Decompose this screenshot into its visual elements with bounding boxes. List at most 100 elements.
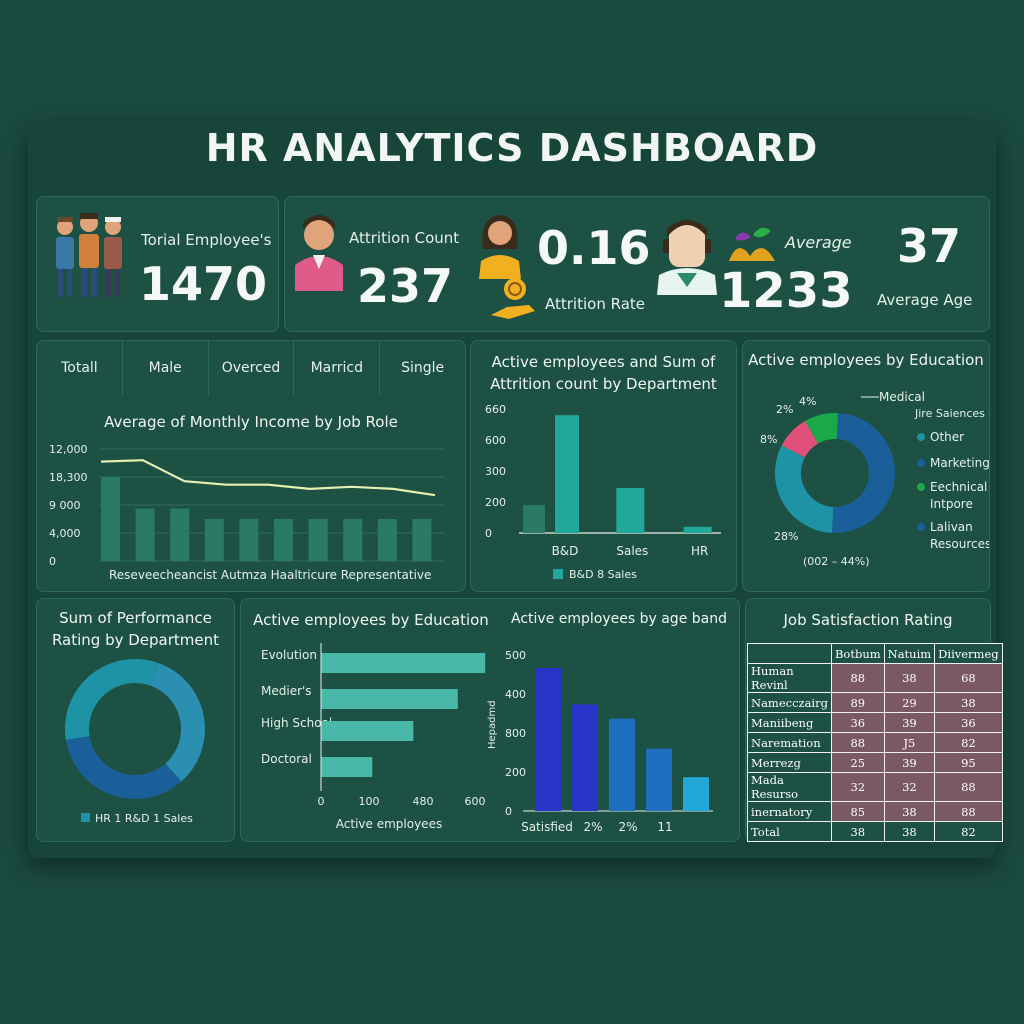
kpi-attrition-rate-value: 0.16 [537,221,651,275]
table-cell: 85 [830,801,885,822]
income-bar [343,519,363,561]
education-donut-title: Active employees by Education [748,351,984,369]
education-bar [321,721,414,741]
income-bar [101,477,121,561]
education-bar [321,689,458,709]
y-tick-label: 600 [485,434,506,447]
table-row: Mada Resurso 32 32 88 [747,772,1003,802]
department-card: Active employees and Sum of Attrition co… [470,340,737,592]
income-bar [135,508,155,561]
y-tick-label: 12,000 [49,443,88,456]
filter-tab-divorced[interactable]: Overced [209,341,295,395]
category-label: Evolution [261,648,317,662]
table-row: Naremation 88 J5 82 [747,732,1003,753]
table-cell: Namecczairg [747,692,832,713]
kpi-attrition-card: Attrition Count 237 0.16 Attrition Rate … [284,196,990,332]
department-bar [555,415,579,533]
legend-text: HR 1 R&D 1 Sales [95,812,193,825]
table-cell: Total [747,821,832,842]
slice-label: (002 – 44%) [803,555,870,568]
filter-tab-married[interactable]: Marricd [294,341,381,395]
table-cell: 32 [883,772,936,802]
income-bar [377,519,397,561]
kpi-average-label: Average [785,233,852,252]
filter-tab-male[interactable]: Male [123,341,209,395]
table-row: Human Revinl 88 38 68 [747,663,1003,693]
y-tick-label: 200 [505,766,526,779]
legend-text: Eechnical [930,480,987,494]
table-cell: Maniibeng [747,712,832,733]
legend-dot [917,483,925,491]
income-bar [170,508,190,561]
x-tick-label: 0 [318,795,325,808]
kpi-total-value: 1470 [139,257,268,311]
table-header-cell: Diivermeg [934,643,1003,664]
x-tick-label: HR [691,544,708,558]
callout-label: Jire Saiences [914,407,985,420]
y-axis-title: Hepadmd [487,700,498,749]
table-row: Namecczairg 89 29 38 [747,692,1003,713]
x-tick-label: Satisfied [521,820,573,834]
education-bar [321,653,486,673]
y-tick-label: 0 [485,527,492,540]
table-cell: 68 [934,663,1003,693]
marital-filter-tabs: Totall Male Overced Marricd Single [37,341,465,395]
income-bar [308,519,328,561]
kpi-total-label: Torial Employee's [141,231,272,249]
kpi-attrition-count-label: Attrition Count [349,229,460,247]
age-bar [609,718,635,811]
table-cell: Naremation [747,732,832,753]
y-tick-label: 0 [49,555,56,568]
table-cell: inernatory [747,801,832,822]
attrition-person-icon [295,215,343,291]
x-tick-label: 600 [465,795,486,808]
department-title-line2: Attrition count by Department [490,375,717,393]
money-hand-icon [491,278,535,319]
table-cell: 39 [883,712,936,733]
income-card: Totall Male Overced Marricd Single Avera… [36,340,466,592]
table-header-cell [747,643,832,664]
table-cell: 88 [830,663,885,693]
kpi-attrition-rate-label: Attrition Rate [545,295,645,313]
slice-label: 4% [799,395,816,408]
legend-text: Resources [930,537,989,551]
legend-text: Marketing [930,456,989,470]
kpi-average-age-label: Average Age [877,291,973,309]
legend-text: Intpore [930,497,973,511]
table-cell: 32 [830,772,885,802]
filter-tab-single[interactable]: Single [380,341,465,395]
legend-dot [917,523,925,531]
x-tick-label: 11 [657,820,672,834]
table-cell: Human Revinl [747,663,832,693]
age-band-chart: 500 400 800 200 0 Hepadmd Satisfied 2% 2% 11 [487,649,713,834]
legend-swatch [81,813,90,822]
y-tick-label: 4,000 [49,527,81,540]
table-cell: 82 [934,732,1003,753]
department-chart: 660 600 300 200 0 B&D Sales HR B&D 8 Sales [485,403,721,581]
x-tick-label: 2% [618,820,637,834]
filter-tab-total[interactable]: Totall [37,341,123,395]
table-cell: 36 [934,712,1003,733]
education-bar-chart: EvolutionMedier'sHigh SchoolDoctoral0 100… [261,643,486,831]
table-cell: 82 [934,821,1003,842]
table-cell: 88 [830,732,885,753]
table-cell: 38 [830,821,885,842]
income-bar [204,519,224,561]
y-tick-label: 400 [505,688,526,701]
legend-text: Lalivan [930,520,973,534]
x-tick-label: B&D [552,544,579,558]
x-tick-label: Sales [616,544,648,558]
legend-dot [917,433,925,441]
table-row: inernatory 85 38 88 [747,801,1003,822]
department-bar [523,505,545,533]
legend-dot [917,459,925,467]
y-tick-label: 0 [505,805,512,818]
table-cell: 38 [883,821,936,842]
table-cell: J5 [883,732,936,753]
kpi-average-age-value: 37 [897,219,962,273]
average-person-icon [657,220,717,295]
legend-text: B&D 8 Sales [569,568,637,581]
table-cell: 38 [883,663,936,693]
table-row: Maniibeng 36 39 36 [747,712,1003,733]
table-header-row: Botbum Natuim Diivermeg [747,643,1003,664]
